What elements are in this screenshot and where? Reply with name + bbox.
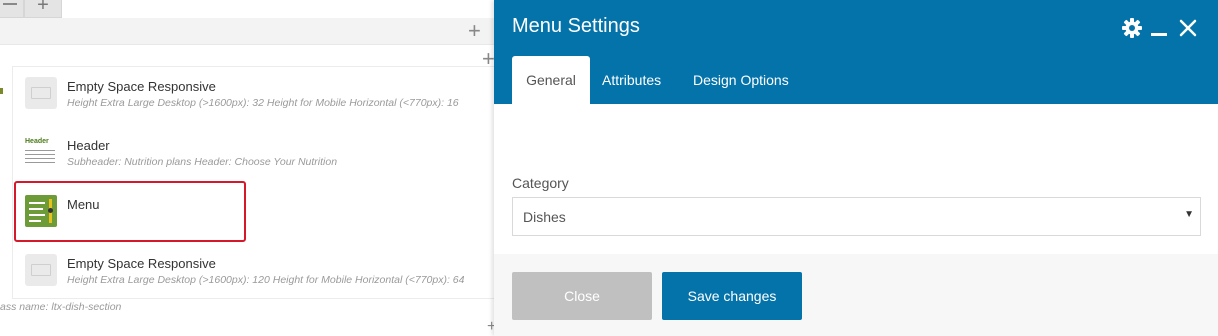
selected-element-highlight (14, 181, 246, 242)
element-title: Empty Space Responsive (67, 256, 216, 271)
save-changes-button[interactable]: Save changes (662, 272, 802, 320)
category-label: Category (512, 175, 569, 191)
row-controls (0, 18, 494, 45)
tab-attributes[interactable]: Attributes (592, 56, 671, 104)
add-element-button[interactable]: + (24, 0, 62, 18)
panel-header: Menu Settings General Attributes Design … (494, 0, 1218, 104)
element-subtitle: Subheader: Nutrition plans Header: Choos… (67, 156, 338, 168)
dropdown-arrow-icon: ▼ (1184, 209, 1194, 220)
add-row-bottom-icon[interactable]: + (487, 316, 494, 336)
gear-icon[interactable] (1122, 18, 1142, 38)
element-empty-space-2[interactable]: Empty Space Responsive Height Extra Larg… (13, 244, 483, 302)
close-button[interactable]: Close (512, 272, 652, 320)
minimize-icon[interactable] (1151, 33, 1167, 36)
category-selected-value: Dishes (523, 209, 566, 225)
empty-space-icon (25, 77, 57, 109)
page-builder-area: + + + Empty Space Responsive Height Extr… (0, 0, 494, 336)
add-row-icon[interactable]: + (468, 20, 481, 42)
settings-panel: Menu Settings General Attributes Design … (494, 0, 1218, 336)
panel-title: Menu Settings (512, 15, 640, 37)
element-header[interactable]: Header Header Subheader: Nutrition plans… (13, 126, 483, 184)
element-subtitle: Height Extra Large Desktop (>1600px): 32… (67, 97, 459, 109)
header-icon: Header (25, 136, 57, 168)
tab-design-options[interactable]: Design Options (683, 56, 799, 104)
tab-general[interactable]: General (512, 56, 590, 104)
close-icon[interactable] (1178, 18, 1198, 38)
element-subtitle: Height Extra Large Desktop (>1600px): 12… (67, 274, 465, 286)
category-select[interactable]: Dishes ▼ (512, 197, 1201, 236)
element-empty-space-1[interactable]: Empty Space Responsive Height Extra Larg… (13, 67, 483, 125)
row-marker (0, 88, 3, 94)
empty-space-icon (25, 254, 57, 286)
hamburger-icon[interactable] (0, 0, 24, 18)
row-class-name: ass name: ltx-dish-section (0, 301, 122, 313)
element-title: Header (67, 138, 110, 153)
element-title: Empty Space Responsive (67, 79, 216, 94)
